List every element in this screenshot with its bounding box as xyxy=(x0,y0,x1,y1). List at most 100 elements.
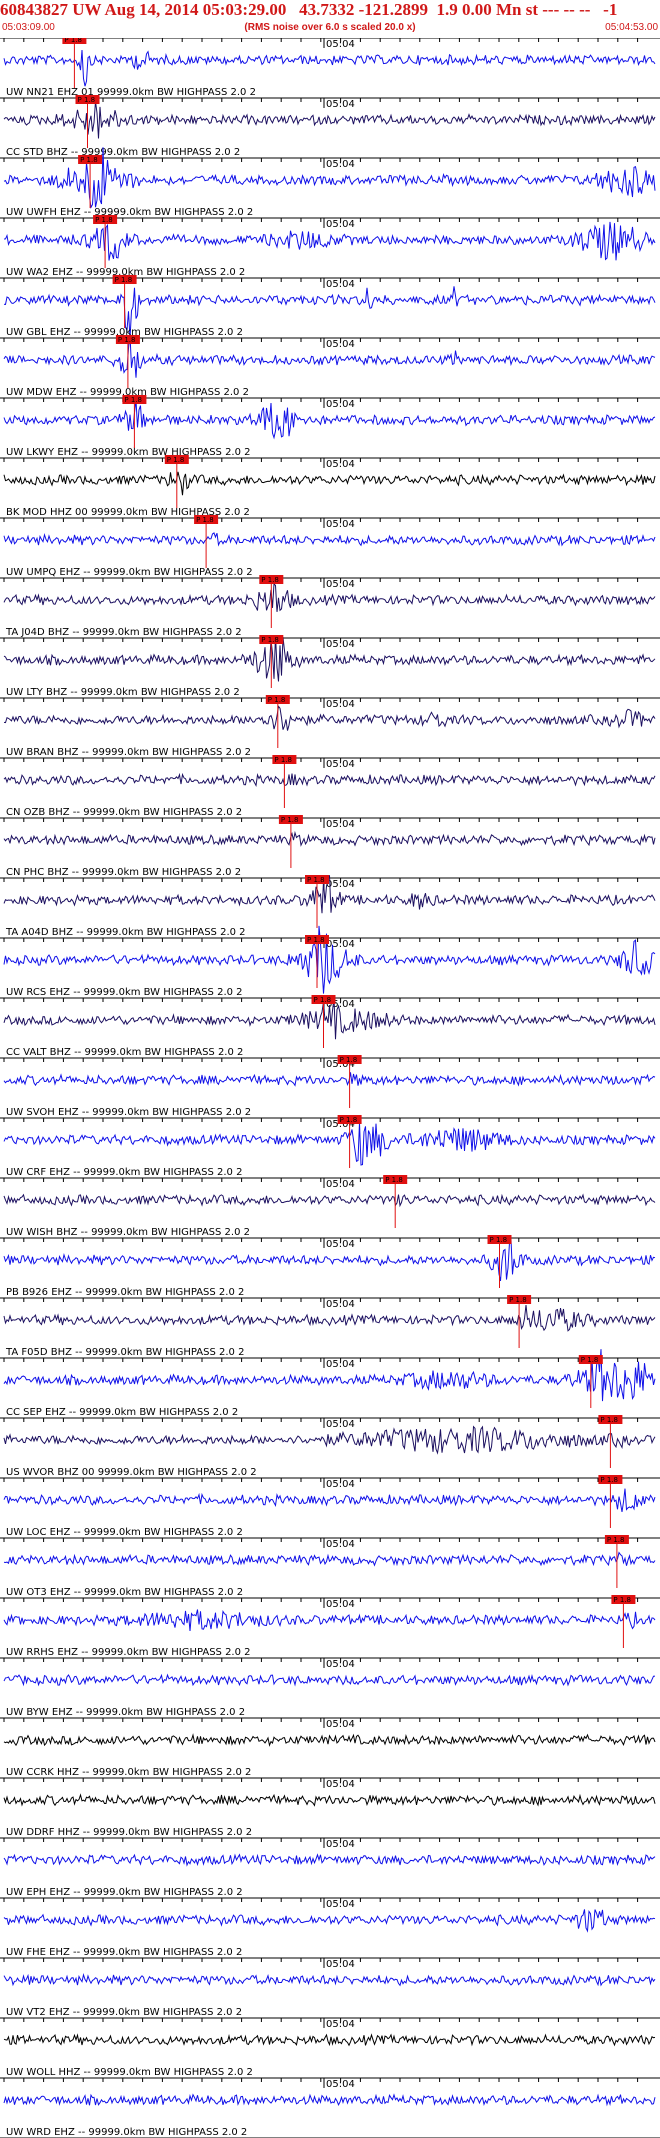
station-label: CC STD BHZ -- 99999.0km BW HIGHPASS 2.0 … xyxy=(6,147,240,158)
minute-tick-label: 05:04 xyxy=(326,699,355,710)
waveform-trace xyxy=(3,1193,656,1208)
minute-tick-label: 05:04 xyxy=(326,1839,355,1850)
waveform-trace xyxy=(3,772,656,787)
trace-row: 05:04 CN PHC BHZ -- 99999.0km BW HIGHPASS… xyxy=(0,815,660,878)
start-time: 05:03:09.00 xyxy=(2,22,55,33)
waveform-trace xyxy=(3,1673,656,1687)
trace-row: 05:04 US WVOR BHZ 00 99999.0km BW HIGHPAS… xyxy=(0,1415,660,1478)
waveform-trace xyxy=(3,1793,656,1807)
pick-label: P 1.8 xyxy=(167,456,185,464)
minute-tick-label: 05:04 xyxy=(326,1479,355,1490)
pick-label: P 1.8 xyxy=(115,276,133,284)
trace-row: 05:04UW SVOH EHZ -- 99999.0km BW HIGHPAS… xyxy=(0,1055,660,1118)
pick-label: P 1.8 xyxy=(281,816,299,824)
pick-label: P 1.8 xyxy=(607,1536,625,1544)
waveform-trace xyxy=(3,1072,656,1087)
minute-tick-label: 05:04 xyxy=(326,1719,355,1730)
pick-label: P 1.8 xyxy=(600,1416,618,1424)
pick-label: P 1.8 xyxy=(261,636,279,644)
waveform-trace xyxy=(3,2093,656,2107)
pick-label: P 1.8 xyxy=(118,336,136,344)
pick-label: P 1.8 xyxy=(124,396,142,404)
station-label: UW BYW EHZ -- 99999.0km BW HIGHPASS 2.0 … xyxy=(6,1707,245,1718)
minute-tick-label: 05:04 xyxy=(326,2079,355,2090)
minute-tick-label: 05:04 xyxy=(326,1239,355,1250)
trace-row: 05:04 UW OT3 EHZ -- 99999.0km BW HIGHPASS… xyxy=(0,1535,660,1598)
station-label: CN PHC BHZ -- 99999.0km BW HIGHPASS 2.0 … xyxy=(6,867,241,878)
minute-tick-label: 05:04 xyxy=(326,579,355,590)
waveform-trace xyxy=(3,1733,656,1747)
trace-row: 05:04 UW VT2 EHZ -- 99999.0km BW HIGHPASS… xyxy=(0,1957,660,2018)
station-label: CN OZB BHZ -- 99999.0km BW HIGHPASS 2.0 … xyxy=(6,807,242,818)
waveform-trace xyxy=(3,2033,656,2047)
minute-tick-label: 05:04 xyxy=(326,1959,355,1970)
waveform-trace xyxy=(3,830,656,847)
trace-row: 05:04 UW CCRK HHZ -- 99999.0km BW HIGHPAS… xyxy=(0,1717,660,1778)
station-label: UW RCS EHZ -- 99999.0km BW HIGHPASS 2.0 … xyxy=(6,987,243,998)
plot-header: 60843827 UW Aug 14, 2014 05:03:29.00 43.… xyxy=(0,0,660,38)
station-label: UW LTY BHZ -- 99999.0km BW HIGHPASS 2.0 … xyxy=(6,687,240,698)
end-time: 05:04:53.00 xyxy=(605,22,658,33)
station-label: UW OT3 EHZ -- 99999.0km BW HIGHPASS 2.0 … xyxy=(6,1587,243,1598)
minute-tick-label: 05:04 xyxy=(326,1599,355,1610)
seismogram-plot: 05:04 UW NN21 EHZ 01 99999.0km BW HIGHPAS… xyxy=(0,38,660,2138)
station-label: UW RRHS EHZ -- 99999.0km BW HIGHPASS 2.0… xyxy=(6,1647,251,1658)
station-label: TA A04D BHZ -- 99999.0km BW HIGHPASS 2.0… xyxy=(5,927,246,938)
station-label: UW BRAN BHZ -- 99999.0km BW HIGHPASS 2.0… xyxy=(6,747,251,758)
station-label: TA F05D BHZ -- 99999.0km BW HIGHPASS 2.0… xyxy=(5,1347,244,1358)
trace-row: 05:04 UW LOC EHZ -- 99999.0km BW HIGHPASS… xyxy=(0,1475,660,1538)
minute-tick-label: 05:04 xyxy=(326,219,355,230)
station-label: UW FHE EHZ -- 99999.0km BW HIGHPASS 2.0 … xyxy=(6,1947,242,1958)
station-label: TA J04D BHZ -- 99999.0km BW HIGHPASS 2.0… xyxy=(5,627,242,638)
trace-row: 05:04 CC STD BHZ -- 99999.0km BW HIGHPASS… xyxy=(0,95,660,158)
minute-tick-label: 05:04 xyxy=(326,1359,355,1370)
waveform-trace xyxy=(3,1973,656,1987)
waveform-trace xyxy=(3,49,656,87)
station-label: UW VT2 EHZ -- 99999.0km BW HIGHPASS 2.0 … xyxy=(6,2007,242,2018)
trace-row: 05:04BK MOD HHZ 00 99999.0km BW HIGHPASS… xyxy=(0,455,660,518)
pick-label: P 1.8 xyxy=(307,936,325,944)
waveform-trace xyxy=(3,875,656,914)
minute-tick-label: 05:04 xyxy=(326,1779,355,1790)
pick-label: P 1.8 xyxy=(64,38,82,44)
waveform-trace xyxy=(3,705,656,731)
minute-tick-label: 05:04 xyxy=(326,1659,355,1670)
minute-tick-label: 05:04 xyxy=(326,399,355,410)
pick-label: P 1.8 xyxy=(274,756,292,764)
rms-note: (RMS noise over 6.0 s scaled 20.0 x) xyxy=(244,22,416,33)
station-label: UW CRF EHZ -- 99999.0km BW HIGHPASS 2.0 … xyxy=(6,1167,242,1178)
trace-row: 05:04 UW WOLL HHZ -- 99999.0km BW HIGHPAS… xyxy=(0,2017,660,2078)
pick-label: P 1.8 xyxy=(196,516,214,524)
pick-label: P 1.8 xyxy=(600,1476,618,1484)
trace-row: 05:04 UW EPH EHZ -- 99999.0km BW HIGHPASS… xyxy=(0,1837,660,1898)
station-label: UW NN21 EHZ 01 99999.0km BW HIGHPASS 2.0… xyxy=(6,87,256,98)
seismogram-svg: 05:04 UW NN21 EHZ 01 99999.0km BW HIGHPAS… xyxy=(0,38,660,2138)
station-label: UW DDRF HHZ -- 99999.0km BW HIGHPASS 2.0… xyxy=(6,1827,252,1838)
minute-tick-label: 05:04 xyxy=(326,519,355,530)
station-label: UW UMPQ EHZ -- 99999.0km BW HIGHPASS 2.0… xyxy=(6,567,253,578)
waveform-trace xyxy=(3,471,656,496)
pick-label: P 1.8 xyxy=(261,576,279,584)
pick-label: P 1.8 xyxy=(340,1116,358,1124)
station-label: US WVOR BHZ 00 99999.0km BW HIGHPASS 2.0… xyxy=(6,1467,257,1478)
trace-row: 05:04 UW RRHS EHZ -- 99999.0km BW HIGHPAS… xyxy=(0,1595,660,1658)
station-label: UW LKWY EHZ -- 99999.0km BW HIGHPASS 2.0… xyxy=(6,447,251,458)
waveform-trace xyxy=(3,1909,656,1933)
pick-label: P 1.8 xyxy=(490,1236,508,1244)
trace-row: 05:04 UW BRAN BHZ -- 99999.0km BW HIGHPAS… xyxy=(0,695,660,758)
pick-label: P 1.8 xyxy=(581,1356,599,1364)
minute-tick-label: 05:04 xyxy=(326,939,355,950)
waveform-trace xyxy=(3,1551,656,1567)
pick-label: P 1.8 xyxy=(340,1056,358,1064)
station-label: UW LOC EHZ -- 99999.0km BW HIGHPASS 2.0 … xyxy=(6,1527,243,1538)
trace-row: 05:04 UW LKWY EHZ -- 99999.0km BW HIGHPAS… xyxy=(0,395,660,458)
trace-row: 05:04 TA F05D BHZ -- 99999.0km BW HIGHPAS… xyxy=(0,1295,660,1358)
trace-row: 05:04 TA J04D BHZ -- 99999.0km BW HIGHPAS… xyxy=(0,575,660,638)
station-label: UW SVOH EHZ -- 99999.0km BW HIGHPASS 2.0… xyxy=(6,1107,251,1118)
pick-label: P 1.8 xyxy=(78,96,96,104)
trace-row: 05:04UW CRF EHZ -- 99999.0km BW HIGHPASS… xyxy=(0,1115,660,1178)
trace-row: 05:04CC VALT BHZ -- 99999.0km BW HIGHPAS… xyxy=(0,995,660,1058)
waveform-trace xyxy=(3,532,656,547)
trace-row: 05:04UW MDW EHZ -- 99999.0km BW HIGHPASS… xyxy=(0,334,660,398)
station-label: UW UWFH EHZ -- 99999.0km BW HIGHPASS 2.0… xyxy=(6,207,253,218)
